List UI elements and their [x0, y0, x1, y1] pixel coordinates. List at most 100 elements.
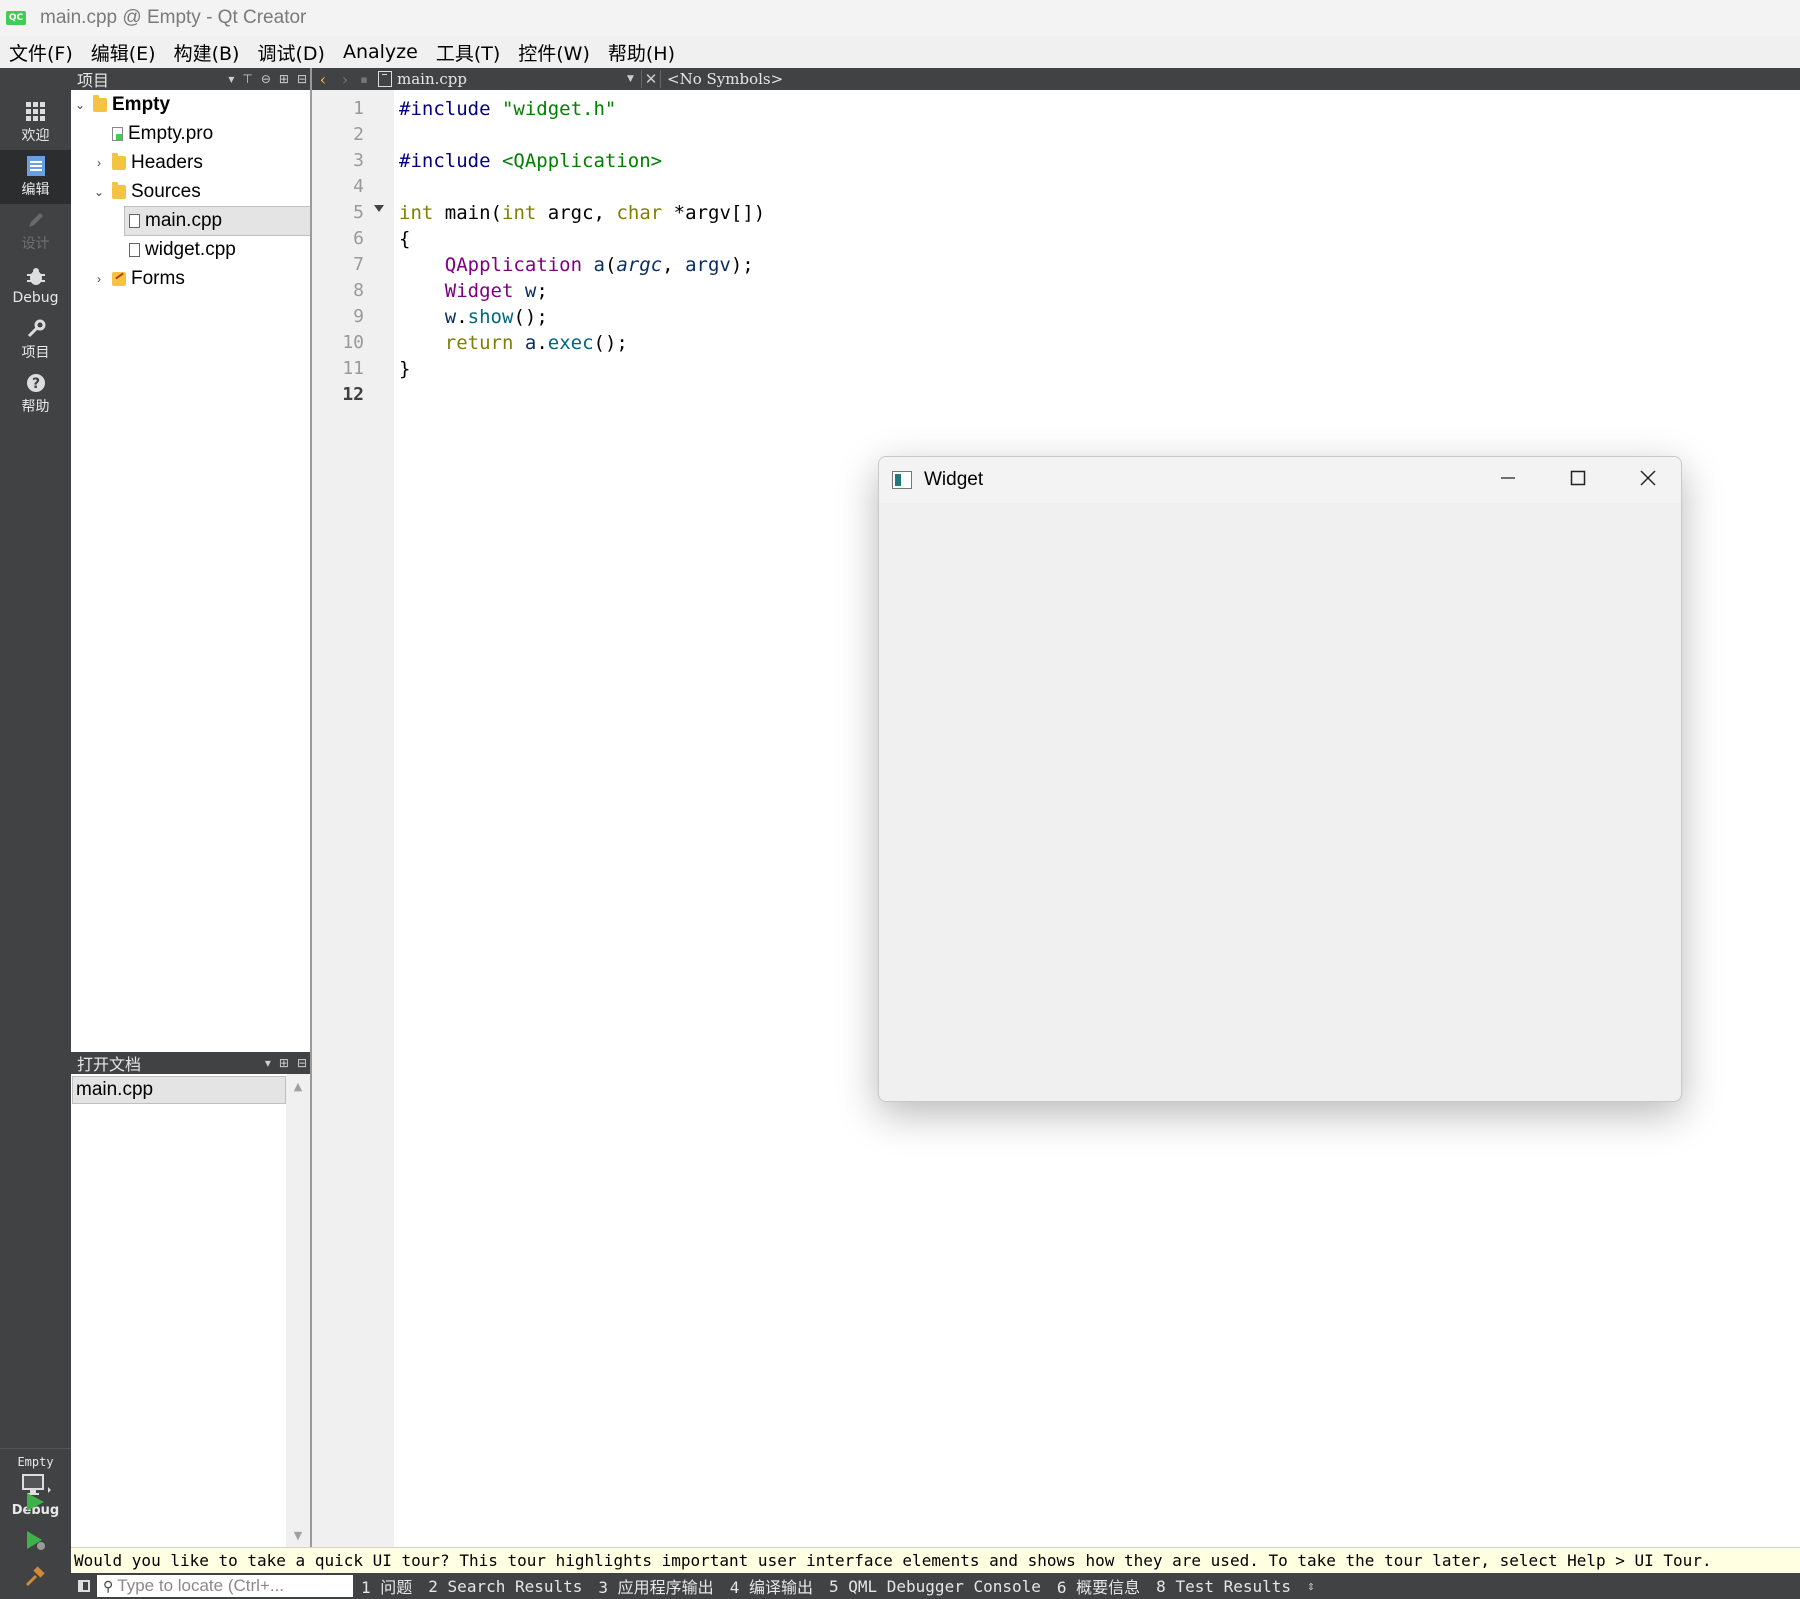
tree-item-widget-cpp[interactable]: widget.cpp: [125, 236, 236, 264]
menu-controls[interactable]: 控件(W): [509, 39, 599, 66]
kit-project-name: Empty: [17, 1455, 54, 1469]
scroll-up-icon[interactable]: ▲: [286, 1076, 310, 1096]
close-pane-icon[interactable]: ⊟: [297, 1056, 307, 1070]
minimize-button[interactable]: [1473, 457, 1543, 499]
app-window-icon: [892, 471, 912, 489]
open-document-item[interactable]: main.cpp: [72, 1076, 286, 1104]
close-document-icon[interactable]: ✕: [641, 70, 661, 88]
mode-design[interactable]: 设计: [0, 204, 71, 258]
mode-projects[interactable]: 项目: [0, 313, 71, 367]
mode-label-design: 设计: [21, 235, 50, 252]
split-icon[interactable]: ⊞: [279, 72, 289, 86]
code-token: );: [730, 254, 754, 276]
tree-item-label: Sources: [131, 181, 201, 202]
forward-arrow-icon[interactable]: ›: [334, 70, 356, 89]
menu-build[interactable]: 构建(B): [165, 39, 249, 66]
menu-file[interactable]: 文件(F): [0, 39, 82, 66]
open-documents-scrollbar[interactable]: ▲ ▼: [286, 1074, 310, 1547]
run-button[interactable]: [20, 1487, 50, 1517]
close-pane-icon[interactable]: ⊟: [297, 72, 307, 86]
code-token: "widget.h": [501, 98, 617, 120]
menu-tools[interactable]: 工具(T): [427, 39, 509, 66]
menu-debug[interactable]: 调试(D): [248, 39, 333, 66]
split-icon[interactable]: ⊞: [279, 1056, 289, 1070]
code-token: ();: [513, 306, 548, 328]
open-documents-tools: ▾ ⊞ ⊟: [265, 1052, 307, 1074]
pane-general-messages[interactable]: 6 概要信息: [1049, 1574, 1148, 1598]
code-token: return: [444, 332, 514, 354]
dropdown-arrow-icon[interactable]: ▼: [627, 74, 641, 84]
line-number: 10: [342, 332, 364, 353]
projects-panel-header: 项目 ▾ ⊤ ⊖ ⊞ ⊟: [71, 68, 311, 90]
code-line-1: #include "widget.h": [399, 96, 616, 122]
pane-application-output[interactable]: 3 应用程序输出: [590, 1574, 721, 1598]
pane-compile-output[interactable]: 4 编译输出: [722, 1574, 821, 1598]
chevron-down-icon[interactable]: ⌄: [73, 98, 87, 112]
pane-test-results[interactable]: 8 Test Results: [1148, 1577, 1299, 1596]
ui-tour-infobar[interactable]: Would you like to take a quick UI tour? …: [71, 1547, 1800, 1573]
mode-edit[interactable]: 编辑: [0, 150, 71, 204]
debug-run-icon: [27, 1531, 45, 1550]
maximize-icon: [1570, 470, 1586, 486]
line-number: 11: [342, 358, 364, 379]
back-arrow-icon[interactable]: ‹: [312, 70, 334, 89]
close-button[interactable]: [1613, 457, 1681, 499]
menu-help[interactable]: 帮助(H): [599, 39, 684, 66]
pane-search-results[interactable]: 2 Search Results: [420, 1577, 590, 1596]
mode-label-welcome: 欢迎: [21, 127, 50, 144]
line-number: 6: [353, 228, 364, 249]
filter-icon[interactable]: ⊤: [242, 72, 252, 86]
locator-input[interactable]: ⚲ Type to locate (Ctrl+...: [97, 1575, 353, 1597]
qt-creator-logo-icon: QC: [6, 11, 26, 25]
tree-item-sources[interactable]: ⌄ Sources: [92, 178, 201, 206]
qt-creator-app: QC main.cpp @ Empty - Qt Creator 文件(F) 编…: [0, 0, 1800, 1599]
mode-welcome[interactable]: 欢迎: [0, 96, 71, 150]
minimize-icon: [1501, 477, 1515, 479]
line-number: 9: [353, 306, 364, 327]
debug-run-button[interactable]: [20, 1525, 50, 1555]
dropdown-arrow-icon[interactable]: ▾: [228, 72, 234, 86]
bug-icon: [26, 267, 45, 285]
hammer-icon: [25, 1566, 45, 1587]
pane-qml-debugger-console[interactable]: 5 QML Debugger Console: [821, 1577, 1049, 1596]
link-icon[interactable]: ⊖: [261, 72, 271, 86]
maximize-button[interactable]: [1543, 457, 1613, 499]
tree-item-project-empty[interactable]: ⌄ Empty: [73, 91, 170, 119]
window-titlebar: QC main.cpp @ Empty - Qt Creator: [0, 0, 1800, 36]
tree-item-main-cpp[interactable]: main.cpp: [124, 206, 311, 236]
edit-doc-icon: [26, 155, 45, 176]
open-documents-title[interactable]: 打开文档: [77, 1051, 141, 1075]
fold-marker-icon[interactable]: [374, 205, 384, 212]
run-icon: [27, 1493, 44, 1511]
mode-debug[interactable]: Debug: [0, 259, 71, 313]
code-token: #include: [399, 98, 491, 120]
menu-analyze[interactable]: Analyze: [334, 41, 427, 63]
build-button[interactable]: [20, 1562, 50, 1592]
search-icon: ⚲: [103, 1577, 114, 1594]
dropdown-arrow-icon[interactable]: ▾: [265, 1056, 271, 1070]
tree-item-headers[interactable]: › Headers: [92, 149, 203, 177]
mode-label-projects: 项目: [21, 344, 50, 361]
open-documents-header: 打开文档 ▾ ⊞ ⊟: [71, 1052, 311, 1074]
toggle-sidebar-button[interactable]: [71, 1573, 97, 1599]
widget-app-window[interactable]: Widget: [878, 456, 1682, 1102]
pane-issues[interactable]: 1 问题: [353, 1574, 420, 1598]
wrench-icon: [27, 319, 45, 337]
chevron-down-icon[interactable]: ⌄: [92, 185, 106, 199]
current-file-selector[interactable]: main.cpp: [397, 70, 627, 88]
projects-panel-title[interactable]: 项目: [77, 67, 109, 91]
code-token: argc: [616, 254, 663, 276]
widget-titlebar[interactable]: Widget: [879, 457, 1681, 503]
code-token: Widget: [444, 280, 514, 302]
chevron-right-icon[interactable]: ›: [92, 272, 106, 286]
scroll-down-icon[interactable]: ▼: [286, 1525, 310, 1545]
mode-help[interactable]: ? 帮助: [0, 367, 71, 421]
file-icon: [378, 71, 392, 87]
menu-edit[interactable]: 编辑(E): [82, 39, 165, 66]
tree-item-forms[interactable]: › Forms: [92, 265, 185, 293]
code-token: int: [502, 202, 537, 224]
tree-item-empty-pro[interactable]: Empty.pro: [92, 120, 213, 148]
more-panes-icon[interactable]: ⇕: [1299, 1579, 1323, 1594]
symbols-selector[interactable]: <No Symbols>: [667, 70, 783, 88]
chevron-right-icon[interactable]: ›: [92, 156, 106, 170]
